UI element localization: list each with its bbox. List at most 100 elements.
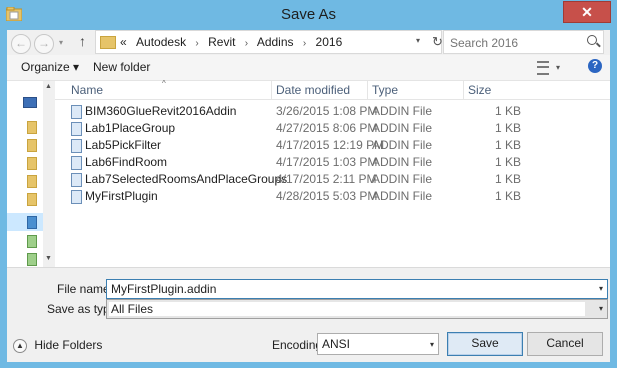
- folder-icon[interactable]: [27, 139, 37, 152]
- file-name: MyFirstPlugin: [85, 189, 158, 203]
- breadcrumb: « Autodesk › Revit › Addins › 2016: [120, 35, 342, 49]
- file-name: BIM360GlueRevit2016Addin: [85, 104, 237, 118]
- back-button[interactable]: ←: [11, 34, 31, 54]
- breadcrumb-2016[interactable]: 2016: [316, 35, 343, 49]
- search-icon[interactable]: [587, 35, 597, 45]
- file-size: 1 KB: [494, 121, 521, 135]
- save-form: File name: MyFirstPlugin.addin ▾ Save as…: [7, 267, 610, 362]
- file-date: 4/17/2015 2:11 PM: [276, 172, 377, 186]
- addin-file-icon: [71, 122, 82, 136]
- selected-nav-item[interactable]: [7, 213, 43, 231]
- save-type-value[interactable]: All Files: [109, 302, 585, 316]
- recent-locations-dropdown[interactable]: ▾: [59, 38, 63, 47]
- addin-file-icon: [71, 139, 82, 153]
- new-folder-button[interactable]: New folder: [93, 60, 150, 74]
- file-row[interactable]: Lab5PickFilter 4/17/2015 12:19 PM ADDIN …: [55, 137, 610, 154]
- file-size: 1 KB: [494, 172, 521, 186]
- cancel-button[interactable]: Cancel: [527, 332, 603, 356]
- file-name: Lab6FindRoom: [85, 155, 168, 169]
- breadcrumb-autodesk[interactable]: Autodesk: [136, 35, 186, 49]
- file-name-value[interactable]: MyFirstPlugin.addin: [111, 282, 216, 296]
- column-type[interactable]: Type: [372, 83, 398, 97]
- save-as-dialog: Save As ✕ ← → ▾ ↑ « Autodesk › Revit › A…: [0, 0, 617, 368]
- encoding-select[interactable]: ANSI ▾: [317, 333, 439, 355]
- refresh-icon[interactable]: ↻: [432, 34, 443, 50]
- file-type: ADDIN File: [372, 172, 433, 186]
- file-list: ^ Name Date modified Type Size BIM360Glu…: [55, 79, 610, 267]
- chevron-right-icon[interactable]: ›: [245, 38, 248, 49]
- address-dropdown[interactable]: ▾: [416, 36, 420, 45]
- search-input[interactable]: [448, 34, 582, 51]
- folder-icon[interactable]: [27, 121, 37, 134]
- command-toolbar: Organize ▾ New folder ▾ ?: [7, 55, 610, 81]
- nav-scrollbar[interactable]: ▲ ▼: [43, 81, 54, 267]
- drive-icon[interactable]: [27, 216, 37, 229]
- column-divider[interactable]: [463, 81, 464, 99]
- column-divider[interactable]: [271, 81, 272, 99]
- computer-icon[interactable]: [23, 97, 37, 108]
- file-size: 1 KB: [494, 104, 521, 118]
- file-row[interactable]: Lab7SelectedRoomsAndPlaceGroups 4/17/201…: [55, 171, 610, 188]
- folder-icon: [100, 36, 116, 49]
- up-folder-button[interactable]: ↑: [79, 33, 86, 49]
- help-icon[interactable]: ?: [588, 59, 602, 73]
- title-bar[interactable]: Save As ✕: [0, 0, 617, 30]
- hide-folders-label: Hide Folders: [34, 338, 103, 352]
- addin-file-icon: [71, 105, 82, 119]
- folder-icon[interactable]: [27, 157, 37, 170]
- file-name: Lab1PlaceGroup: [85, 121, 176, 135]
- column-size[interactable]: Size: [468, 83, 491, 97]
- addin-file-icon: [71, 190, 82, 204]
- breadcrumb-overflow[interactable]: «: [120, 35, 127, 49]
- file-type: ADDIN File: [372, 155, 433, 169]
- dialog-body: ← → ▾ ↑ « Autodesk › Revit › Addins › 20…: [7, 30, 610, 362]
- save-button[interactable]: Save: [447, 332, 523, 356]
- file-row[interactable]: Lab6FindRoom 4/17/2015 1:03 PM ADDIN Fil…: [55, 154, 610, 171]
- file-name: Lab7SelectedRoomsAndPlaceGroups: [85, 172, 288, 186]
- file-date: 3/26/2015 1:08 PM: [276, 104, 378, 118]
- chevron-right-icon[interactable]: ›: [195, 38, 198, 49]
- file-row[interactable]: BIM360GlueRevit2016Addin 3/26/2015 1:08 …: [55, 103, 610, 120]
- forward-button[interactable]: →: [34, 34, 54, 54]
- folder-icon[interactable]: [27, 193, 37, 206]
- navigation-pane[interactable]: [7, 81, 44, 267]
- column-date-modified[interactable]: Date modified: [276, 83, 350, 97]
- breadcrumb-revit[interactable]: Revit: [208, 35, 235, 49]
- breadcrumb-addins[interactable]: Addins: [257, 35, 294, 49]
- chevron-down-icon[interactable]: ▾: [599, 284, 603, 293]
- addin-file-icon: [71, 156, 82, 170]
- column-name[interactable]: Name: [71, 83, 103, 97]
- chevron-down-icon[interactable]: ▾: [599, 304, 603, 313]
- network-drive-icon[interactable]: [27, 253, 37, 266]
- file-row[interactable]: MyFirstPlugin 4/28/2015 5:03 PM ADDIN Fi…: [55, 188, 610, 205]
- file-size: 1 KB: [494, 155, 521, 169]
- save-type-select[interactable]: All Files ▾: [106, 299, 608, 319]
- address-bar[interactable]: « Autodesk › Revit › Addins › 2016 ▾ ↻: [95, 30, 443, 54]
- column-divider[interactable]: [367, 81, 368, 99]
- chevron-right-icon[interactable]: ›: [303, 38, 306, 49]
- column-header-row: ^ Name Date modified Type Size: [55, 79, 610, 100]
- scroll-up-icon[interactable]: ▲: [45, 83, 52, 90]
- file-row[interactable]: Lab1PlaceGroup 4/27/2015 8:06 PM ADDIN F…: [55, 120, 610, 137]
- network-drive-icon[interactable]: [27, 235, 37, 248]
- view-dropdown[interactable]: ▾: [556, 63, 560, 72]
- file-name-field[interactable]: MyFirstPlugin.addin ▾: [106, 279, 608, 299]
- folder-icon[interactable]: [27, 175, 37, 188]
- scroll-down-icon[interactable]: ▼: [45, 255, 52, 262]
- file-type: ADDIN File: [372, 121, 433, 135]
- file-type: ADDIN File: [372, 104, 433, 118]
- close-button[interactable]: ✕: [563, 1, 611, 23]
- file-name: Lab5PickFilter: [85, 138, 162, 152]
- hide-folders-button[interactable]: ▲ Hide Folders: [13, 338, 102, 353]
- chevron-down-icon: ▾: [429, 340, 434, 349]
- organize-button[interactable]: Organize ▾: [21, 60, 79, 74]
- encoding-value: ANSI: [322, 337, 351, 351]
- file-date: 4/17/2015 1:03 PM: [276, 155, 378, 169]
- file-date: 4/27/2015 8:06 PM: [276, 121, 378, 135]
- file-size: 1 KB: [494, 138, 521, 152]
- file-type: ADDIN File: [372, 138, 433, 152]
- view-options-icon[interactable]: [537, 61, 549, 75]
- file-type: ADDIN File: [372, 189, 433, 203]
- sort-ascending-icon: ^: [162, 79, 166, 88]
- file-name-label: File name:: [57, 282, 114, 296]
